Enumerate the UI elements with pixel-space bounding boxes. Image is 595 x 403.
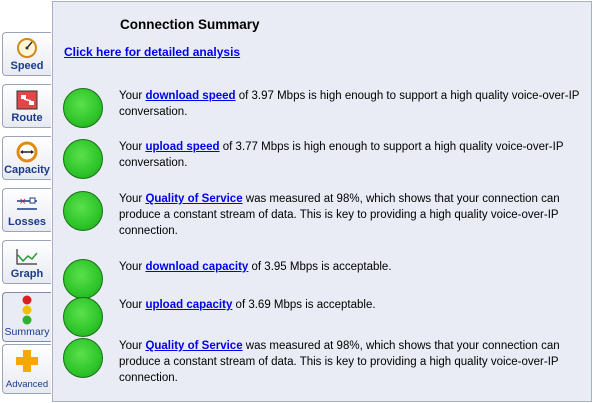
status-indicator-green	[63, 88, 103, 128]
result-text: Your Quality of Service was measured at …	[119, 340, 560, 384]
tab-route-label: Route	[11, 112, 43, 124]
status-indicator-green	[63, 139, 103, 179]
detailed-analysis-link[interactable]: Click here for detailed analysis	[64, 45, 240, 59]
tab-advanced-label: Advanced	[5, 379, 49, 390]
result-text: Your download speed of 3.97 Mbps is high…	[119, 90, 580, 118]
upload-speed-link[interactable]: upload speed	[145, 141, 219, 153]
tab-capacity-label: Capacity	[4, 164, 50, 176]
result-text: Your upload capacity of 3.69 Mbps is acc…	[119, 299, 376, 311]
tab-speed[interactable]: Speed	[2, 32, 51, 76]
result-text: Your upload speed of 3.77 Mbps is high e…	[119, 141, 564, 169]
page-title: Connection Summary	[120, 17, 260, 32]
tab-summary[interactable]: Summary	[2, 292, 51, 342]
tab-graph-label: Graph	[10, 268, 44, 280]
losses-icon: ×	[17, 197, 37, 210]
download-capacity-link[interactable]: download capacity	[145, 261, 248, 273]
status-indicator-green	[63, 191, 103, 231]
tab-losses-label: Losses	[8, 216, 46, 228]
tab-losses[interactable]: × Losses	[2, 188, 51, 232]
summary-panel: Connection Summary Click here for detail…	[52, 1, 592, 402]
quality-of-service-link[interactable]: Quality of Service	[145, 193, 242, 205]
tab-strip: Speed Route Capacity × Losses Graph Summ…	[0, 0, 54, 403]
status-indicator-green	[63, 259, 103, 299]
svg-text:×: ×	[19, 197, 27, 207]
status-indicator-green	[63, 297, 103, 337]
quality-of-service-link[interactable]: Quality of Service	[145, 340, 242, 352]
tab-graph[interactable]: Graph	[2, 240, 51, 284]
tab-speed-label: Speed	[10, 60, 44, 72]
tab-summary-label: Summary	[4, 326, 50, 338]
result-text: Your Quality of Service was measured at …	[119, 193, 560, 237]
plus-icon	[16, 350, 38, 372]
line-graph-icon	[16, 249, 38, 265]
tab-capacity[interactable]: Capacity	[2, 136, 51, 180]
tab-route[interactable]: Route	[2, 84, 51, 128]
result-text: Your download capacity of 3.95 Mbps is a…	[119, 261, 392, 273]
upload-capacity-link[interactable]: upload capacity	[145, 299, 232, 311]
traffic-light-icon	[22, 295, 32, 325]
status-indicator-green	[63, 338, 103, 378]
capacity-arrows-icon	[16, 141, 38, 163]
speedometer-icon	[17, 38, 37, 58]
tab-advanced[interactable]: Advanced	[2, 344, 51, 394]
route-map-icon	[16, 90, 38, 110]
download-speed-link[interactable]: download speed	[145, 90, 235, 102]
